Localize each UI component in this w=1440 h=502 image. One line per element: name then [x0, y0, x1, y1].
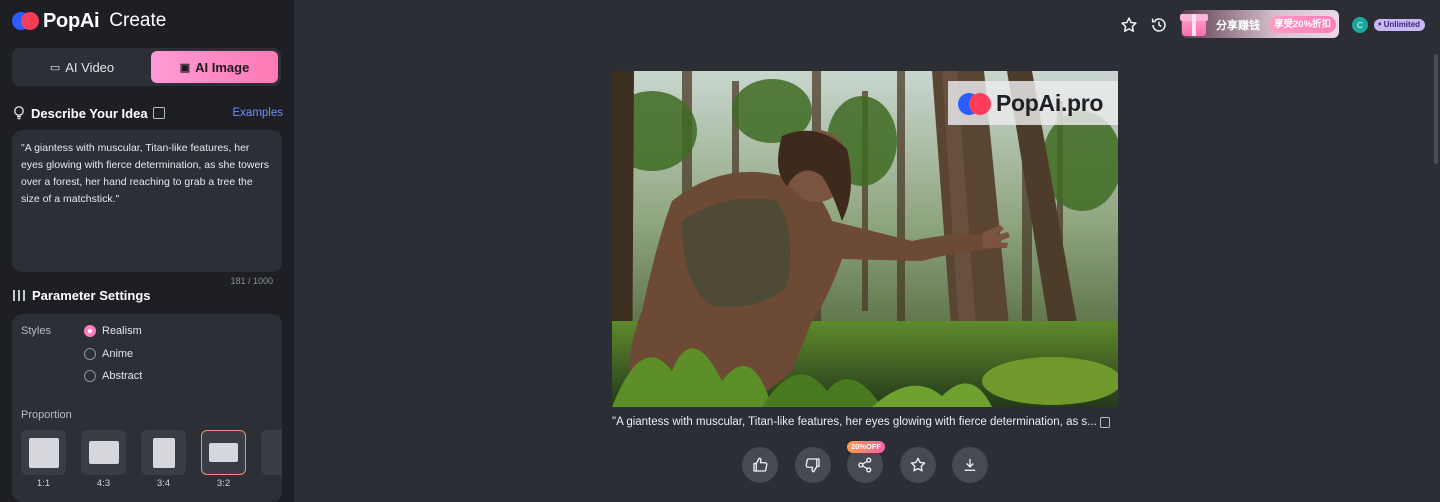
tab-ai-video[interactable]: ▭ AI Video	[15, 51, 149, 83]
video-icon: ▭	[49, 61, 61, 74]
examples-link[interactable]: Examples	[233, 107, 284, 119]
ratio-shape	[209, 443, 238, 462]
history-icon[interactable]	[1149, 15, 1169, 35]
watermark: PopAi.pro	[948, 81, 1118, 125]
star-icon	[910, 457, 926, 472]
plan-badge[interactable]: ♦ Unlimited	[1374, 19, 1426, 31]
style-option-realism[interactable]: Realism	[84, 325, 142, 337]
ratio-label: 4:3	[96, 478, 111, 489]
lightbulb-icon	[12, 106, 26, 120]
char-counter: 181 / 1000	[230, 276, 273, 286]
image-icon: ▣	[179, 61, 191, 74]
sliders-icon	[12, 289, 26, 302]
share-discount-badge: 20%OFF	[847, 441, 886, 453]
ratio-label: 3:2	[216, 478, 231, 489]
star-icon[interactable]	[1119, 15, 1139, 35]
like-button[interactable]	[742, 447, 778, 483]
ratio-label: 3:4	[156, 478, 171, 489]
brand-name: PopAi	[43, 9, 100, 32]
ratio-3-4-button[interactable]	[141, 430, 186, 475]
download-button[interactable]	[952, 447, 988, 483]
parameter-title: Parameter Settings	[32, 288, 151, 303]
referral-promo-banner[interactable]: 分享赚钱 享受20%折扣	[1180, 10, 1339, 38]
ratio-4-3-button[interactable]	[81, 430, 126, 475]
share-icon	[858, 457, 872, 473]
download-icon	[964, 459, 976, 471]
parameter-header: Parameter Settings	[12, 288, 151, 303]
ratio-1-1-button[interactable]	[21, 430, 66, 475]
generated-image[interactable]: PopAi.pro	[612, 71, 1118, 407]
style-option-label: Anime	[102, 348, 134, 360]
tab-ai-video-label: AI Video	[65, 59, 115, 75]
radio-unselected	[84, 348, 96, 360]
dislike-button[interactable]	[795, 447, 831, 483]
image-caption: "A giantess with muscular, Titan-like fe…	[612, 416, 1118, 428]
style-option-anime[interactable]: Anime	[84, 348, 133, 360]
style-option-abstract[interactable]: Abstract	[84, 370, 142, 382]
describe-header: Describe Your Idea Examples	[12, 104, 283, 122]
popai-logo-icon	[958, 91, 992, 115]
thumbs-down-icon	[805, 458, 820, 473]
popai-logo-icon	[12, 11, 40, 31]
ratio-3-2-button[interactable]	[201, 430, 246, 475]
thumbs-up-icon	[753, 457, 768, 472]
promo-text: 分享赚钱	[1216, 20, 1260, 32]
proportion-label: Proportion	[21, 409, 72, 421]
styles-label: Styles	[21, 325, 51, 337]
parameter-panel: Styles Realism Anime Abstract Proportion…	[12, 314, 282, 502]
radio-selected	[84, 325, 96, 337]
ratio-shape	[152, 437, 175, 468]
radio-unselected	[84, 370, 96, 382]
watermark-text: PopAi.pro	[996, 89, 1104, 116]
avatar[interactable]: C	[1352, 17, 1368, 33]
promo-discount-pill: 享受20%折扣	[1269, 16, 1337, 33]
tab-ai-image-label: AI Image	[195, 59, 250, 75]
mode-tabs: ▭ AI Video ▣ AI Image	[12, 48, 281, 86]
brand-section: Create	[109, 10, 167, 31]
caption-text: "A giantess with muscular, Titan-like fe…	[612, 416, 1097, 428]
brand[interactable]: PopAi Create	[12, 8, 166, 34]
prompt-textarea[interactable]: "A giantess with muscular, Titan-like fe…	[12, 130, 282, 272]
diamond-icon: ♦	[1378, 21, 1382, 28]
style-option-label: Realism	[102, 325, 142, 337]
copy-icon[interactable]	[152, 107, 165, 119]
ratio-shape	[28, 437, 59, 468]
plan-badge-label: Unlimited	[1383, 20, 1421, 29]
ratio-label: 1:1	[36, 478, 51, 489]
ratio-more-button[interactable]	[261, 430, 282, 475]
copy-icon[interactable]	[1099, 416, 1110, 428]
prompt-text: "A giantess with muscular, Titan-like fe…	[21, 142, 270, 205]
sidebar: PopAi Create ▭ AI Video ▣ AI Image Descr…	[0, 0, 294, 502]
gift-icon	[1179, 6, 1209, 38]
tab-ai-image[interactable]: ▣ AI Image	[151, 51, 278, 83]
describe-title: Describe Your Idea	[31, 105, 148, 121]
style-option-label: Abstract	[102, 370, 143, 382]
scrollbar[interactable]	[1434, 54, 1438, 164]
favorite-button[interactable]	[900, 447, 936, 483]
ratio-shape	[88, 441, 119, 464]
